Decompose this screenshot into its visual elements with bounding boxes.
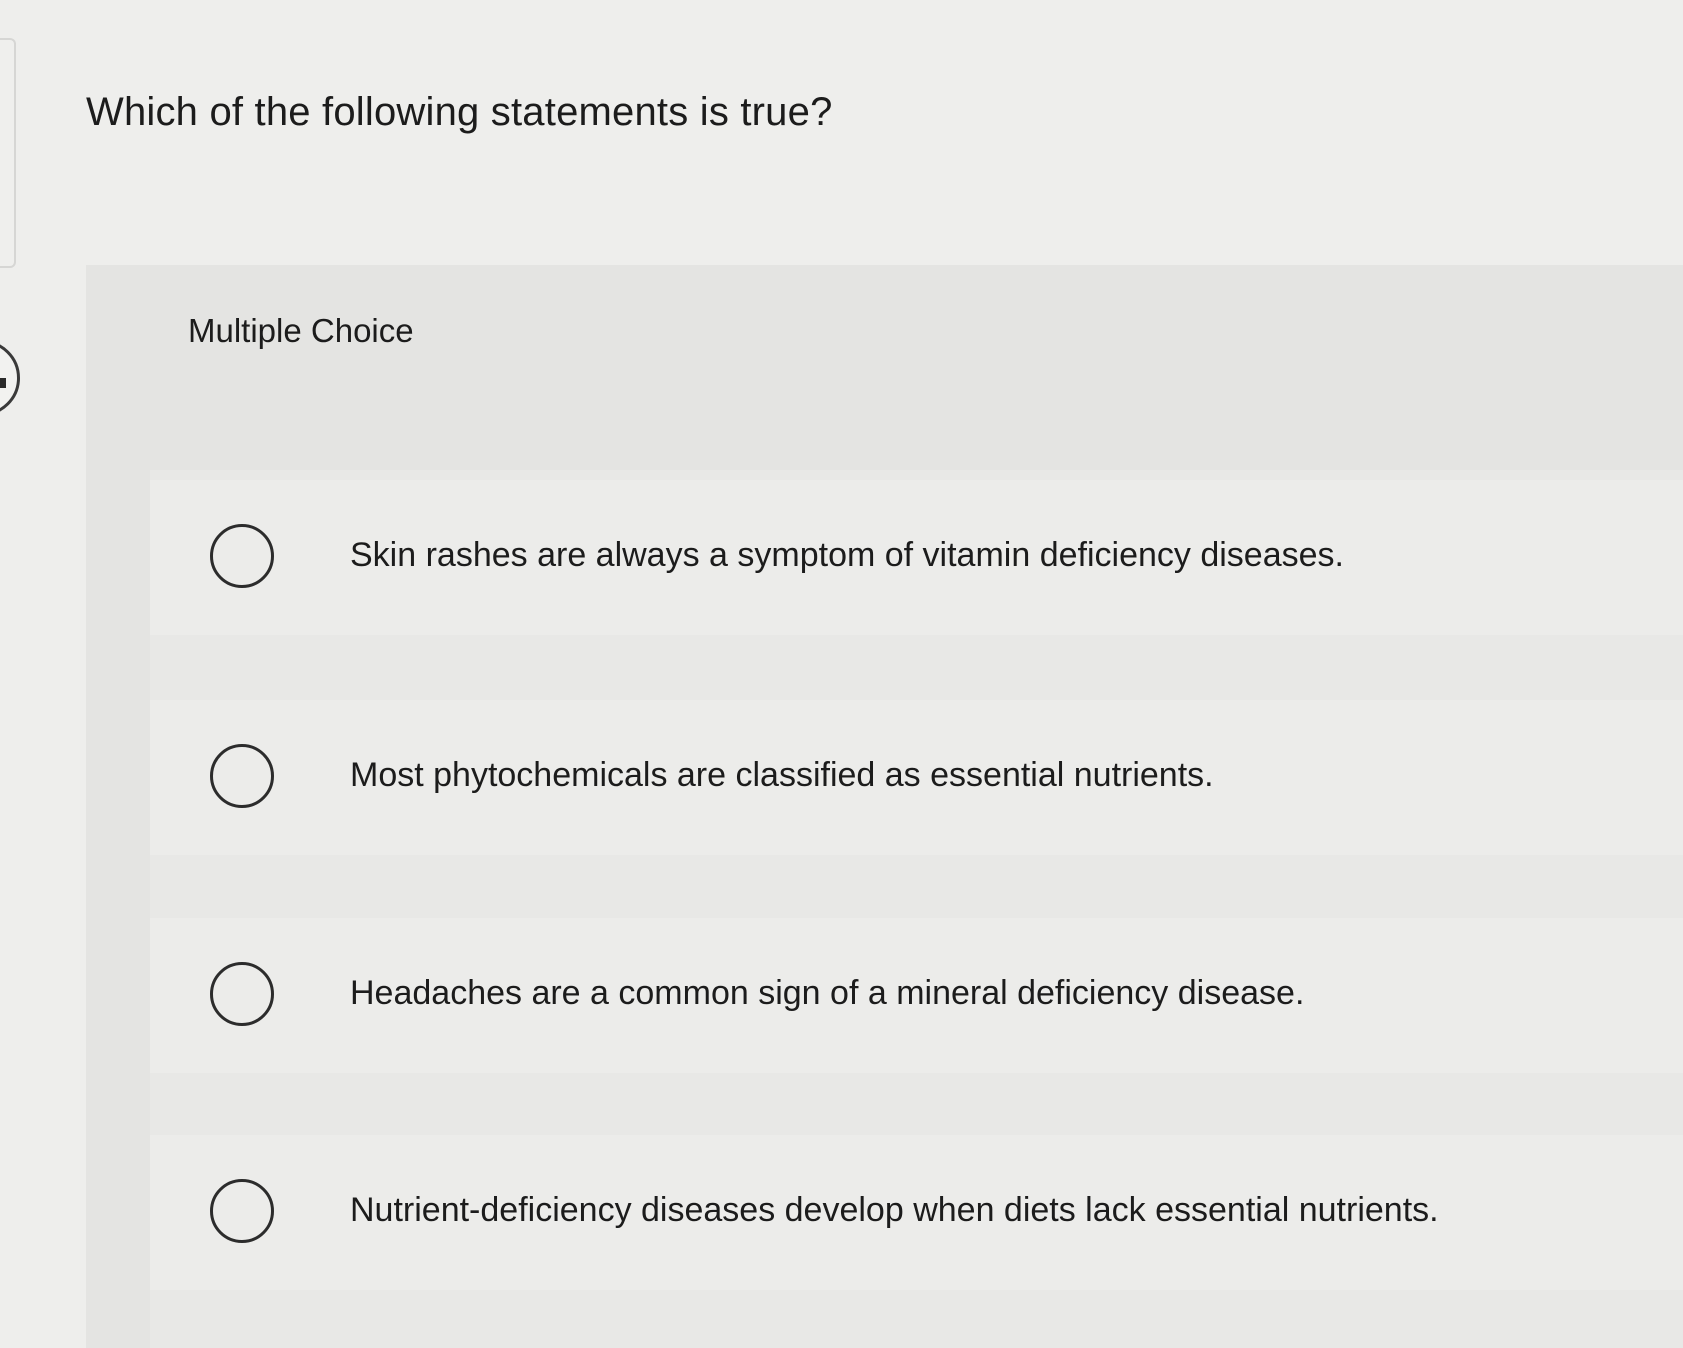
option-label: Skin rashes are always a symptom of vita…	[350, 536, 1344, 574]
option-2[interactable]: Most phytochemicals are classified as es…	[150, 700, 1683, 855]
radio-button-icon[interactable]	[210, 962, 274, 1026]
radio-button-icon[interactable]	[210, 744, 274, 808]
option-label: Most phytochemicals are classified as es…	[350, 756, 1214, 794]
option-label: Nutrient-deficiency diseases develop whe…	[350, 1191, 1439, 1229]
handle-marker	[0, 378, 6, 388]
option-1[interactable]: Skin rashes are always a symptom of vita…	[150, 480, 1683, 635]
question-type-label: Multiple Choice	[188, 312, 414, 349]
radio-button-icon[interactable]	[210, 1179, 274, 1243]
option-4[interactable]: Nutrient-deficiency diseases develop whe…	[150, 1135, 1683, 1290]
radio-button-icon[interactable]	[210, 524, 274, 588]
option-3[interactable]: Headaches are a common sign of a mineral…	[150, 918, 1683, 1073]
option-label: Headaches are a common sign of a mineral…	[350, 974, 1305, 1012]
side-panel-tab[interactable]	[0, 38, 16, 268]
question-text: Which of the following statements is tru…	[86, 90, 833, 134]
